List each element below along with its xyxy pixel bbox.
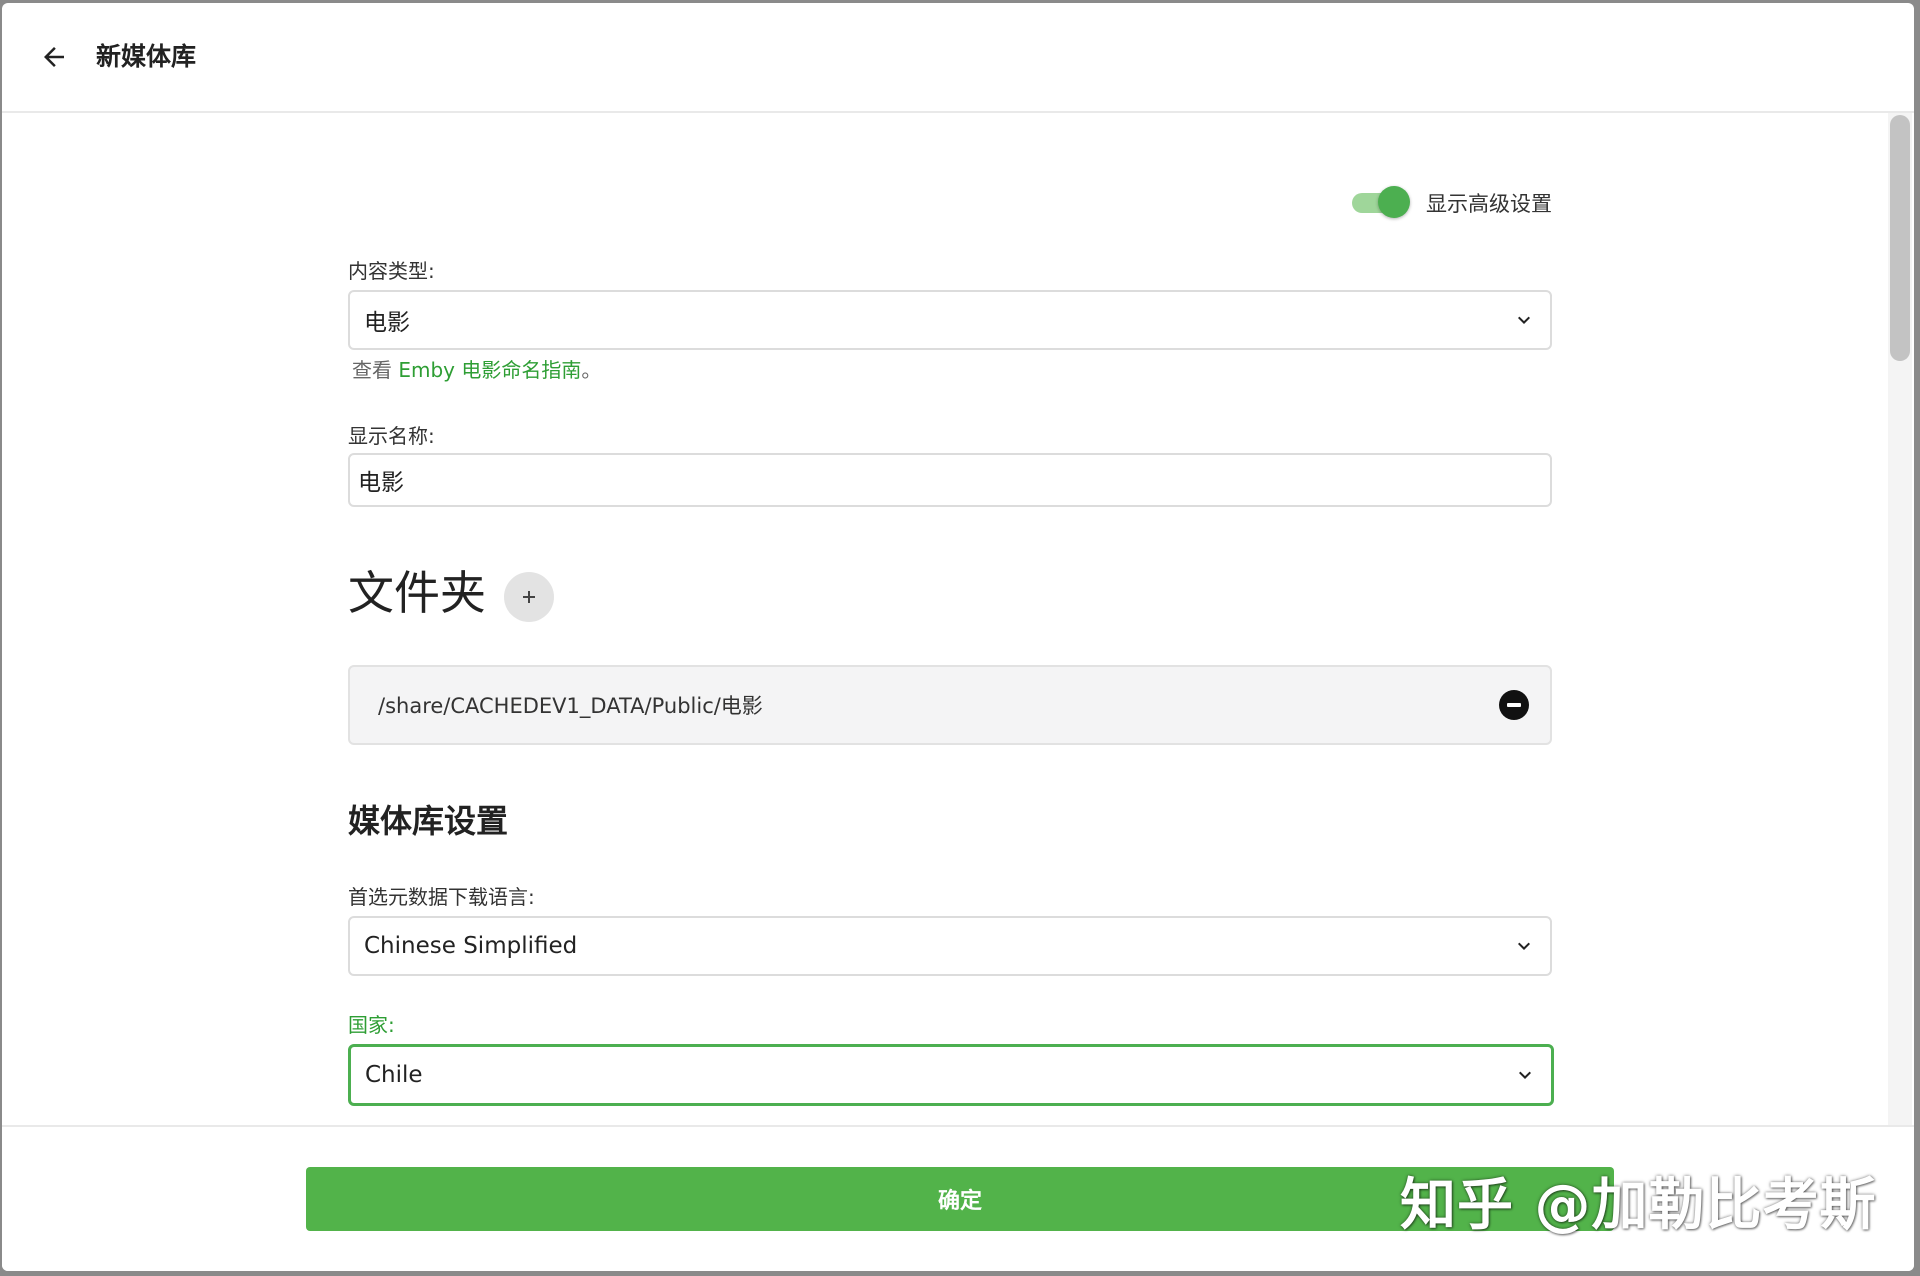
naming-guide-link[interactable]: Emby 电影命名指南 <box>398 358 581 382</box>
library-settings-title: 媒体库设置 <box>348 802 509 840</box>
new-library-dialog: 新媒体库 显示高级设置 内容类型: 电影 查看 Emby 电影命名指南。 显示名… <box>2 3 1914 1271</box>
dialog-footer: 确定 <box>2 1125 1914 1271</box>
scrollbar-thumb[interactable] <box>1890 115 1910 361</box>
toggle-knob <box>1378 186 1410 218</box>
metadata-language-select[interactable]: Chinese Simplified <box>348 916 1552 976</box>
content-type-value: 电影 <box>364 310 410 336</box>
confirm-button[interactable]: 确定 <box>306 1167 1614 1231</box>
metadata-language-label: 首选元数据下载语言: <box>348 885 535 909</box>
add-folder-button[interactable] <box>504 572 554 622</box>
back-button[interactable] <box>30 33 78 81</box>
country-select[interactable]: Chile <box>348 1044 1554 1106</box>
dialog-content: 显示高级设置 内容类型: 电影 查看 Emby 电影命名指南。 显示名称: 文件… <box>2 113 1914 1127</box>
arrow-left-icon <box>44 47 64 67</box>
display-name-input[interactable] <box>348 453 1552 507</box>
folder-path: /share/CACHEDEV1_DATA/Public/电影 <box>378 694 763 718</box>
content-type-label: 内容类型: <box>348 259 435 283</box>
page-title: 新媒体库 <box>96 42 197 71</box>
plus-icon <box>523 591 535 603</box>
advanced-settings-label: 显示高级设置 <box>1426 192 1552 216</box>
chevron-down-icon <box>1518 942 1530 950</box>
advanced-settings-toggle-row[interactable]: 显示高级设置 <box>1350 183 1552 223</box>
folder-row: /share/CACHEDEV1_DATA/Public/电影 <box>348 665 1552 745</box>
hint-suffix: 。 <box>581 358 602 382</box>
chevron-down-icon <box>1518 316 1530 324</box>
advanced-settings-toggle[interactable] <box>1350 183 1412 223</box>
dialog-header: 新媒体库 <box>2 3 1914 113</box>
chevron-down-icon <box>1519 1071 1531 1079</box>
country-label: 国家: <box>348 1013 395 1037</box>
content-type-select[interactable]: 电影 <box>348 290 1552 350</box>
hint-prefix: 查看 <box>352 358 399 382</box>
country-value: Chile <box>365 1062 423 1088</box>
minus-circle-icon[interactable] <box>1498 689 1530 721</box>
folders-title: 文件夹 <box>348 566 486 620</box>
metadata-language-value: Chinese Simplified <box>364 933 578 959</box>
naming-guide-hint: 查看 Emby 电影命名指南。 <box>352 354 601 383</box>
display-name-label: 显示名称: <box>348 424 435 448</box>
